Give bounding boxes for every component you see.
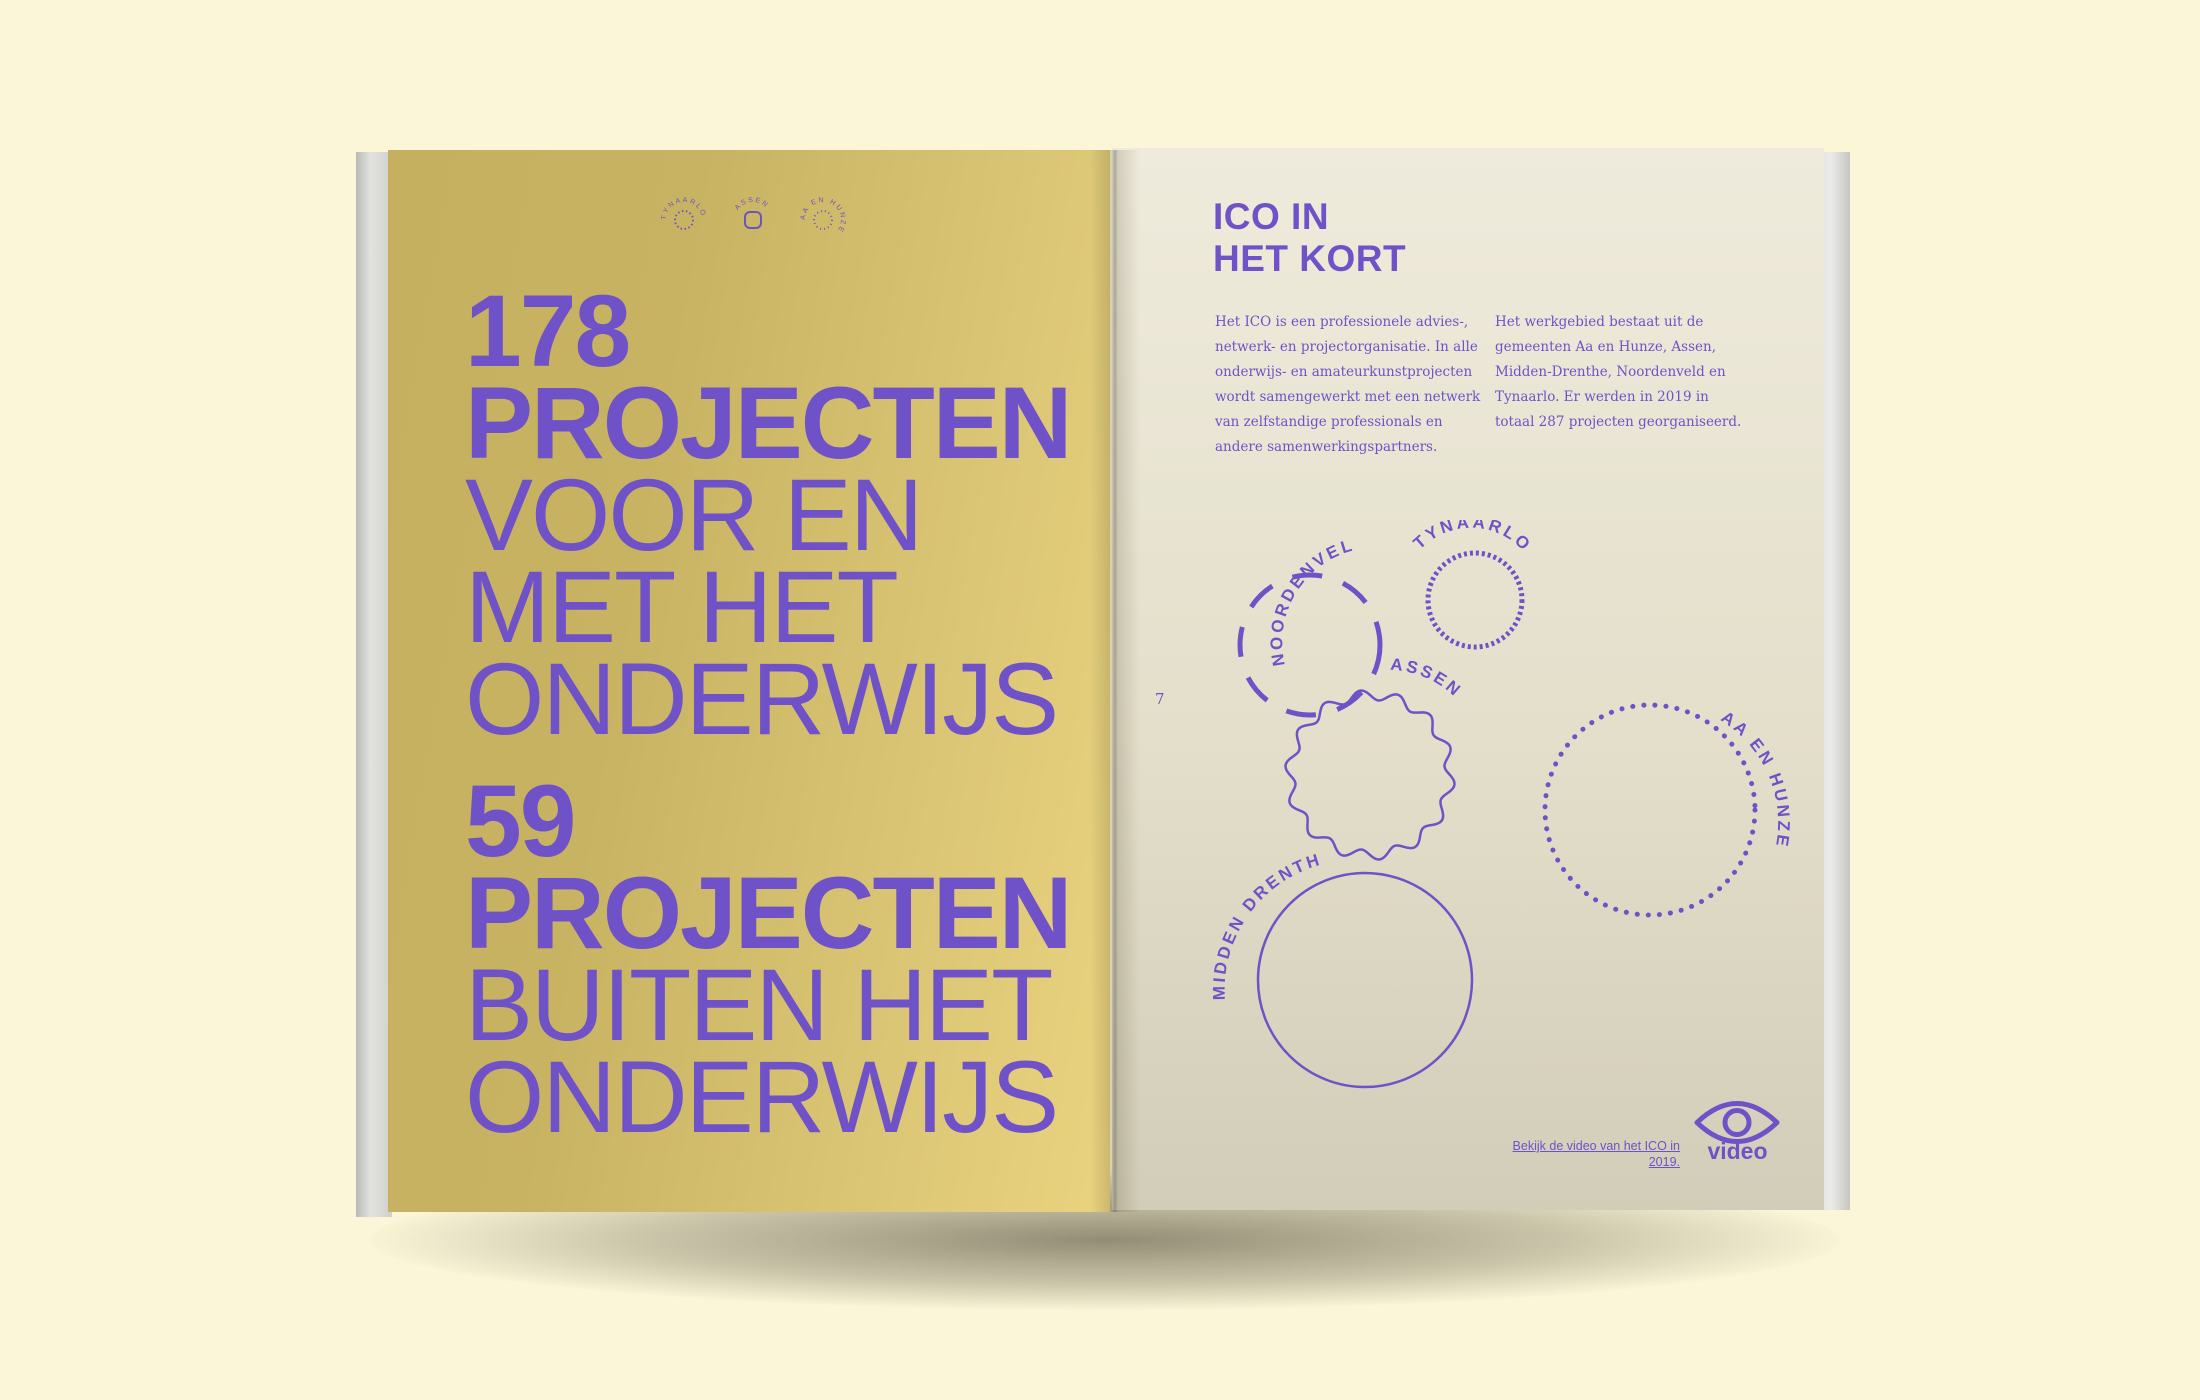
headline-block: 178 PROJECTEN VOOR EN MET HET ONDERWIJS … — [465, 274, 1072, 1154]
stat-line: VOOR EN — [465, 458, 923, 572]
stat-line: ONDERWIJS — [465, 1040, 1059, 1154]
mini-municipality-logos: TYNAARLO ASSEN AA EN HUNZE — [661, 197, 846, 234]
intro-paragraph: Het ICO is een professionele advies-, ne… — [1215, 314, 1481, 455]
aa-en-hunze-region: AA EN HUNZE — [1542, 702, 1793, 918]
stat-line: ONDERWIJS — [465, 642, 1059, 756]
mini-logo-aa-en-hunze: AA EN HUNZE — [800, 197, 846, 234]
stat-label-1: PROJECTEN — [465, 366, 1072, 480]
stat-line: MET HET — [465, 550, 899, 664]
svg-text:AA EN HUNZE: AA EN HUNZE — [1718, 707, 1793, 850]
svg-text:NOORDENVELD: NOORDENVELD — [1190, 520, 1357, 668]
stat-label-2: PROJECTEN — [465, 856, 1072, 970]
svg-text:ASSEN: ASSEN — [1390, 655, 1466, 701]
svg-text:TYNAARLO: TYNAARLO — [661, 197, 707, 221]
tynaarlo-region: TYNAARLO — [1410, 520, 1536, 650]
svg-text:TYNAARLO: TYNAARLO — [1410, 520, 1536, 556]
noordenveld-region: NOORDENVELD — [1190, 520, 1383, 718]
video-label[interactable]: video — [1700, 1138, 1775, 1165]
book-gutter — [1090, 150, 1140, 1212]
page-number: 7 — [1155, 690, 1165, 708]
assen-region: ASSEN — [1284, 655, 1466, 861]
svg-text:ASSEN: ASSEN — [734, 197, 770, 212]
stat-line: BUITEN HET — [465, 948, 1053, 1062]
svg-text:MIDDEN DRENTHE: MIDDEN DRENTHE — [1190, 520, 1324, 1000]
municipality-diagram: NOORDENVELD TYNAARLO ASSEN AA EN HUNZE M… — [1190, 520, 1793, 1089]
mini-logo-assen: ASSEN — [734, 197, 770, 229]
midden-drenthe-region: MIDDEN DRENTHE — [1190, 520, 1474, 1089]
region-paragraph: Het werkgebied bestaat uit de gemeenten … — [1495, 314, 1742, 430]
video-link[interactable]: Bekijk de video van het ICO in 2019. — [1510, 1138, 1680, 1170]
page-title: ICO IN HET KORT — [1213, 196, 1407, 279]
mini-logo-tynaarlo: TYNAARLO — [661, 197, 707, 230]
svg-text:AA EN HUNZE: AA EN HUNZE — [800, 197, 846, 234]
page-stack-left — [356, 152, 392, 1217]
stat-number-1: 178 — [465, 274, 631, 388]
stat-number-2: 59 — [465, 764, 576, 878]
